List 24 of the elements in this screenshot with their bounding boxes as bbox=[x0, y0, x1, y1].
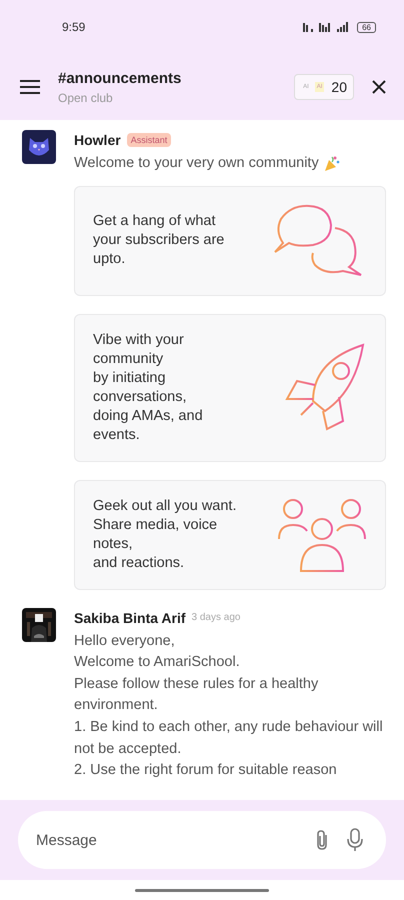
message-text: Hello everyone, bbox=[74, 632, 175, 651]
credits-count: 20 bbox=[331, 79, 347, 95]
message-time: 3 days ago bbox=[192, 612, 240, 624]
microphone-icon[interactable] bbox=[346, 828, 364, 852]
card-text: Geek out all you want. Share media, voice notes, and reactions. bbox=[93, 496, 236, 573]
author-name: Howler bbox=[74, 132, 121, 148]
message-field[interactable]: Message bbox=[18, 811, 386, 869]
home-indicator[interactable] bbox=[135, 888, 269, 892]
message-text: Welcome to AmariSchool. bbox=[74, 653, 240, 672]
message-text: 2. Use the right forum for suitable reason bbox=[74, 761, 337, 780]
message-text: Please follow these rules for a healthy environment. bbox=[74, 674, 320, 716]
battery-level: 66 bbox=[357, 22, 376, 32]
channel-subtitle: Open club bbox=[58, 90, 114, 104]
people-icon bbox=[277, 496, 367, 573]
channel-title: #announcements bbox=[58, 70, 182, 86]
status-time: 9:59 bbox=[62, 20, 86, 34]
paperclip-icon[interactable] bbox=[314, 829, 330, 851]
party-popper-icon bbox=[322, 154, 341, 173]
card-text: Get a hang of what your subscribers are upto. bbox=[93, 212, 224, 270]
card-text: Vibe with your community by initiating conversations, doing AMAs, and events. bbox=[93, 330, 203, 445]
message-text: Welcome to your very own community bbox=[74, 154, 319, 173]
message-text: 1. Be kind to each other, any rude behaviour will not be accepted. bbox=[74, 718, 384, 759]
assistant-tag: Assistant bbox=[126, 133, 172, 147]
author-name: Sakiba Binta Arif bbox=[74, 610, 186, 626]
